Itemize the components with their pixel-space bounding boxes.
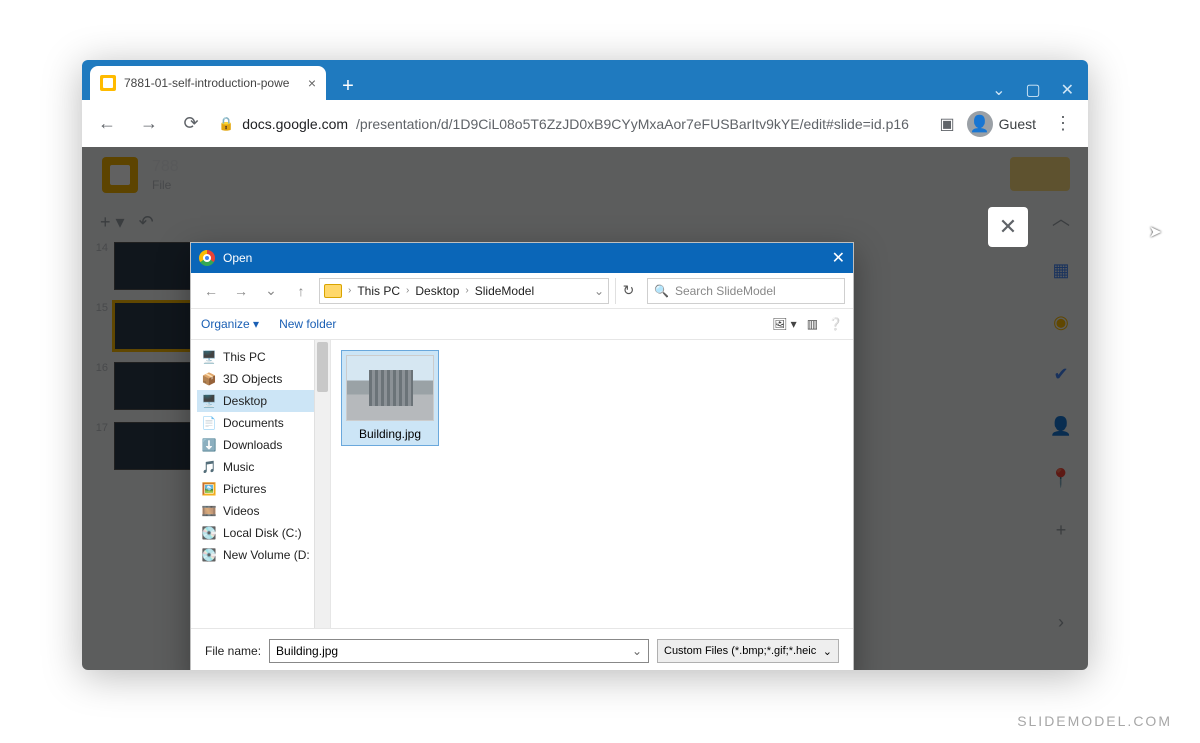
tree-item-icon: 📦: [201, 371, 217, 387]
dialog-body: 🖥️ This PC 📦 3D Objects 🖥️ Desktop 📄 Documents ⬇…: [191, 339, 853, 629]
file-list[interactable]: Building.jpg: [331, 340, 853, 628]
nav-forward-icon[interactable]: →: [229, 279, 253, 303]
tree-item-icon: 🖼️: [201, 481, 217, 497]
search-icon: 🔍: [654, 284, 669, 298]
tree-item-icon: 💽: [201, 525, 217, 541]
tree-item[interactable]: 🖼️ Pictures: [197, 478, 328, 500]
nav-reload-button[interactable]: ⟳: [176, 109, 206, 139]
scrollbar[interactable]: [314, 340, 330, 628]
folder-tree: 🖥️ This PC 📦 3D Objects 🖥️ Desktop 📄 Documents ⬇…: [191, 340, 331, 628]
tree-item-icon: 📄: [201, 415, 217, 431]
nav-up-icon[interactable]: ↑: [289, 279, 313, 303]
url-host: docs.google.com: [242, 116, 348, 132]
dialog-close-button[interactable]: ✕: [832, 248, 845, 268]
nav-forward-button[interactable]: →: [134, 109, 164, 139]
tree-item-label: Videos: [223, 504, 259, 518]
address-bar[interactable]: 🔒 docs.google.com /presentation/d/1D9CiL…: [218, 116, 928, 132]
slides-app-area: 788 File + ▾ ↶ 14 15 16 17 ︿ ▦ ◉ ✔ 👤 📍 +…: [82, 147, 1088, 670]
dialog-titlebar: Open ✕: [191, 243, 853, 273]
search-placeholder: Search SlideModel: [675, 284, 776, 298]
watermark: SLIDEMODEL.COM: [1017, 713, 1172, 729]
tab-close-icon[interactable]: ×: [308, 75, 316, 91]
tree-item[interactable]: 📦 3D Objects: [197, 368, 328, 390]
reader-mode-icon[interactable]: ▣: [940, 114, 955, 134]
lock-icon: 🔒: [218, 116, 234, 132]
organize-menu[interactable]: Organize ▾: [201, 317, 259, 331]
profile-chip[interactable]: 👤 Guest: [967, 111, 1036, 137]
filetype-value: Custom Files (*.bmp;*.gif;*.heic: [664, 645, 816, 657]
filename-value: Building.jpg: [276, 644, 338, 658]
filename-input[interactable]: Building.jpg ⌄: [269, 639, 649, 663]
tree-item-label: New Volume (D:: [223, 548, 310, 562]
tree-item[interactable]: 🖥️ This PC: [197, 346, 328, 368]
tree-item-icon: 🎞️: [201, 503, 217, 519]
help-icon[interactable]: ❔: [828, 317, 843, 331]
tree-item-label: Desktop: [223, 394, 267, 408]
refresh-button[interactable]: ↻: [615, 278, 641, 304]
tree-item[interactable]: 🖥️ Desktop: [197, 390, 328, 412]
tree-item-label: Pictures: [223, 482, 266, 496]
file-thumbnail: [346, 355, 434, 421]
tree-item-icon: 🖥️: [201, 349, 217, 365]
filename-label: File name:: [205, 644, 261, 658]
tree-item-icon: 💽: [201, 547, 217, 563]
new-tab-button[interactable]: +: [334, 72, 362, 100]
tree-item[interactable]: 💽 New Volume (D:: [197, 544, 328, 566]
window-minimize-icon[interactable]: ⌄: [992, 80, 1005, 100]
avatar-icon: 👤: [967, 111, 993, 137]
browser-tab[interactable]: 7881-01-self-introduction-powe ×: [90, 66, 326, 100]
tree-item-icon: 🖥️: [201, 393, 217, 409]
tree-item[interactable]: 🎞️ Videos: [197, 500, 328, 522]
window-close-icon[interactable]: ✕: [1061, 80, 1074, 100]
crumb-segment[interactable]: This PC: [357, 284, 400, 298]
chevron-down-icon[interactable]: ⌄: [259, 279, 283, 303]
nav-back-icon[interactable]: ←: [199, 279, 223, 303]
overlay-close-button[interactable]: ✕: [988, 207, 1028, 247]
chrome-icon: [199, 250, 215, 266]
dialog-nav-row: ← → ⌄ ↑ › This PC › Desktop › SlideModel…: [191, 273, 853, 309]
tab-title: 7881-01-self-introduction-powe: [124, 76, 300, 90]
tree-item-label: 3D Objects: [223, 372, 282, 386]
tree-item[interactable]: 📄 Documents: [197, 412, 328, 434]
dialog-toolbar: Organize ▾ New folder 🖼 ▾ ▥ ❔: [191, 309, 853, 339]
slides-favicon-icon: [100, 75, 116, 91]
preview-pane-button[interactable]: ▥: [807, 317, 818, 331]
tree-item-label: This PC: [223, 350, 266, 364]
file-name: Building.jpg: [359, 427, 421, 441]
kebab-menu-icon[interactable]: ⋮: [1048, 109, 1078, 139]
breadcrumb[interactable]: › This PC › Desktop › SlideModel ⌄: [319, 278, 609, 304]
url-path: /presentation/d/1D9CiL08o5T6ZzJD0xB9CYyM…: [356, 116, 909, 132]
tree-item-label: Music: [223, 460, 254, 474]
chevron-down-icon: ⌄: [823, 645, 832, 658]
tree-item-label: Documents: [223, 416, 284, 430]
new-folder-button[interactable]: New folder: [279, 317, 336, 331]
browser-top-chrome: 7881-01-self-introduction-powe × + ⌄ ▢ ✕…: [82, 60, 1088, 147]
dialog-footer: File name: Building.jpg ⌄ Custom Files (…: [191, 629, 853, 670]
nav-back-button[interactable]: ←: [92, 109, 122, 139]
chevron-down-icon[interactable]: ⌄: [594, 284, 604, 298]
tree-item[interactable]: 💽 Local Disk (C:): [197, 522, 328, 544]
tree-item-icon: ⬇️: [201, 437, 217, 453]
tree-item-label: Downloads: [223, 438, 282, 452]
file-item[interactable]: Building.jpg: [341, 350, 439, 446]
browser-window: 7881-01-self-introduction-powe × + ⌄ ▢ ✕…: [82, 60, 1088, 670]
file-open-dialog: Open ✕ ← → ⌄ ↑ › This PC › Desktop › Sli…: [190, 242, 854, 670]
folder-icon: [324, 284, 342, 298]
mouse-cursor-icon: ➤: [1149, 222, 1162, 242]
tree-item-icon: 🎵: [201, 459, 217, 475]
profile-label: Guest: [999, 116, 1036, 132]
crumb-segment[interactable]: SlideModel: [475, 284, 534, 298]
filetype-select[interactable]: Custom Files (*.bmp;*.gif;*.heic ⌄: [657, 639, 839, 663]
crumb-segment[interactable]: Desktop: [415, 284, 459, 298]
tab-strip: 7881-01-self-introduction-powe × + ⌄ ▢ ✕: [82, 60, 1088, 100]
window-maximize-icon[interactable]: ▢: [1025, 80, 1040, 100]
address-bar-row: ← → ⟳ 🔒 docs.google.com /presentation/d/…: [82, 100, 1088, 147]
search-input[interactable]: 🔍 Search SlideModel: [647, 278, 845, 304]
view-mode-button[interactable]: 🖼 ▾: [772, 317, 797, 331]
dialog-title: Open: [223, 251, 252, 265]
tree-item[interactable]: 🎵 Music: [197, 456, 328, 478]
tree-item[interactable]: ⬇️ Downloads: [197, 434, 328, 456]
tree-item-label: Local Disk (C:): [223, 526, 302, 540]
chevron-down-icon[interactable]: ⌄: [632, 644, 642, 658]
